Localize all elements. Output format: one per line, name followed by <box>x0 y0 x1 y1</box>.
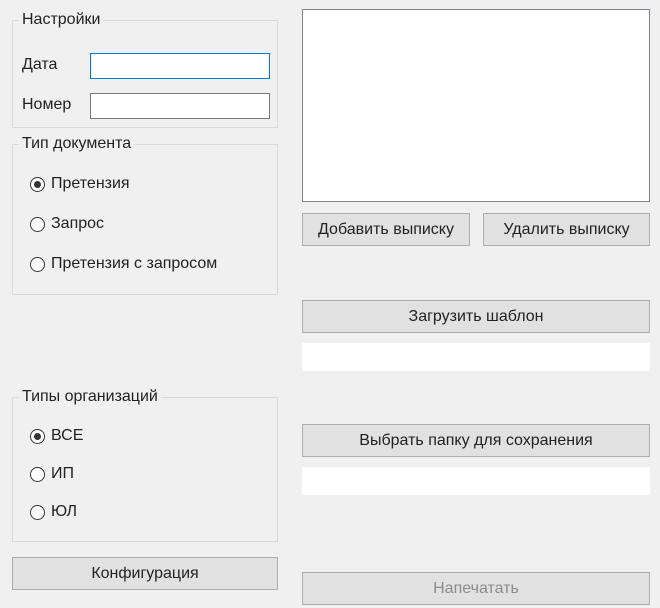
doc-type-option-claim[interactable]: Претензия <box>30 175 130 193</box>
number-label: Номер <box>22 96 71 114</box>
org-type-option-ul[interactable]: ЮЛ <box>30 503 77 521</box>
radio-icon <box>30 429 45 444</box>
number-input[interactable] <box>90 93 270 119</box>
extract-list[interactable] <box>302 9 650 202</box>
date-input[interactable] <box>90 53 270 79</box>
add-extract-button[interactable]: Добавить выписку <box>302 213 470 246</box>
doc-type-option-label: Запрос <box>51 215 104 233</box>
load-template-button[interactable]: Загрузить шаблон <box>302 300 650 333</box>
radio-icon <box>30 177 45 192</box>
radio-icon <box>30 257 45 272</box>
org-type-option-all[interactable]: ВСЕ <box>30 427 83 445</box>
template-path-field <box>302 343 650 371</box>
save-path-field <box>302 467 650 495</box>
org-type-option-label: ЮЛ <box>51 503 77 521</box>
org-type-legend: Типы организаций <box>19 388 161 406</box>
doc-type-option-claim-request[interactable]: Претензия с запросом <box>30 255 217 273</box>
radio-icon <box>30 467 45 482</box>
doc-type-option-label: Претензия <box>51 175 130 193</box>
doc-type-option-label: Претензия с запросом <box>51 255 217 273</box>
radio-icon <box>30 217 45 232</box>
settings-legend: Настройки <box>19 11 103 29</box>
org-type-option-label: ВСЕ <box>51 427 83 445</box>
date-label: Дата <box>22 56 57 74</box>
radio-icon <box>30 505 45 520</box>
org-type-option-label: ИП <box>51 465 74 483</box>
print-button[interactable]: Напечатать <box>302 572 650 605</box>
choose-folder-button[interactable]: Выбрать папку для сохранения <box>302 424 650 457</box>
doc-type-option-request[interactable]: Запрос <box>30 215 104 233</box>
remove-extract-button[interactable]: Удалить выписку <box>483 213 650 246</box>
config-button[interactable]: Конфигурация <box>12 557 278 590</box>
org-type-option-ip[interactable]: ИП <box>30 465 74 483</box>
doc-type-legend: Тип документа <box>19 135 134 153</box>
